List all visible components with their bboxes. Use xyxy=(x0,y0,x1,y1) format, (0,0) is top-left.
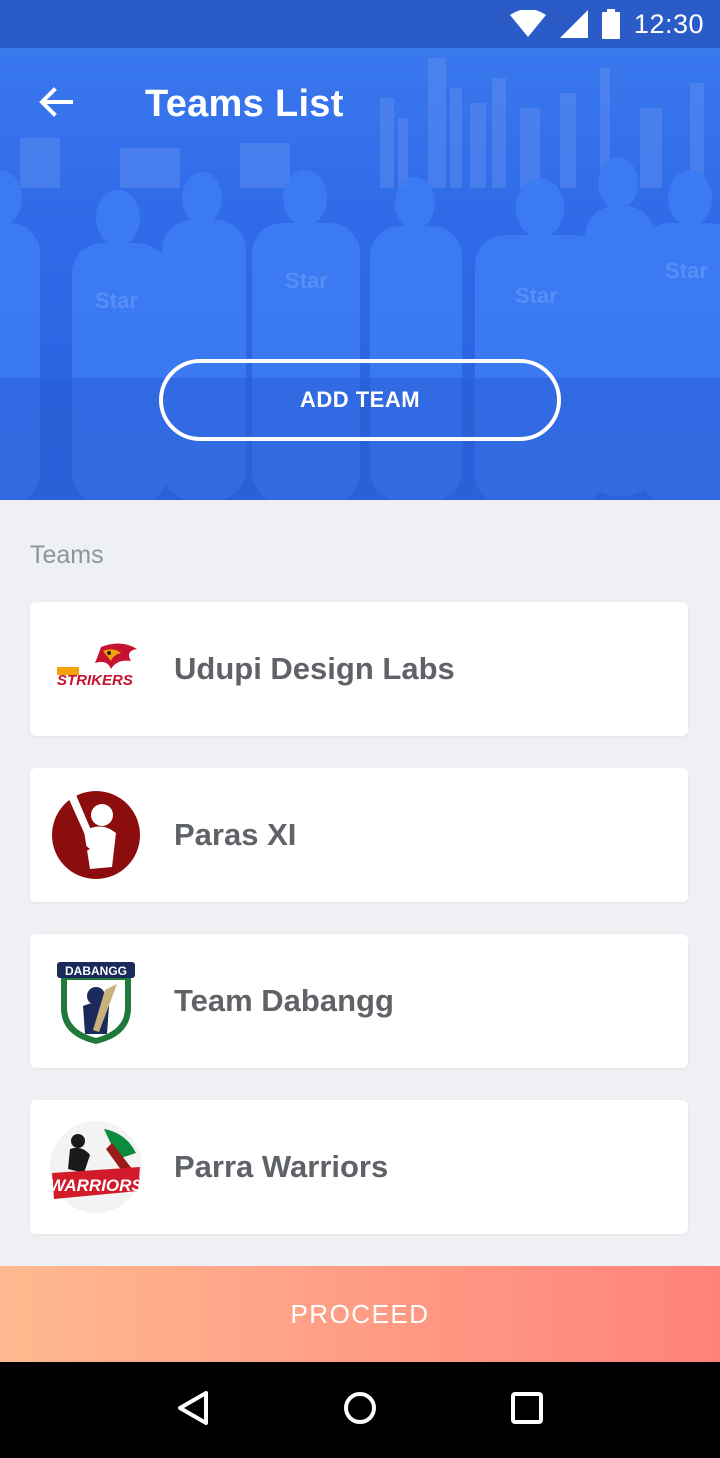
batsman-logo xyxy=(48,787,144,883)
team-name: Udupi Design Labs xyxy=(174,651,455,686)
proceed-button[interactable]: PROCEED xyxy=(0,1266,720,1362)
svg-text:Star: Star xyxy=(665,258,708,283)
wifi-icon xyxy=(509,10,546,38)
arrow-left-icon xyxy=(39,86,73,122)
back-triangle-icon xyxy=(176,1390,210,1431)
team-name: Team Dabangg xyxy=(174,983,394,1018)
udl-strikers-logo: STRIKERS xyxy=(48,621,144,717)
back-button[interactable] xyxy=(0,48,112,160)
team-name: Parra Warriors xyxy=(174,1149,389,1184)
app-toolbar: Teams List xyxy=(0,48,720,160)
section-label-teams: Teams xyxy=(30,541,104,569)
team-card-paras-xi[interactable]: Paras XI xyxy=(30,768,688,902)
status-time: 12:30 xyxy=(633,8,704,39)
status-bar: 12:30 xyxy=(0,0,720,48)
team-card-parra-warriors[interactable]: WARRIORS Parra Warriors xyxy=(30,1100,688,1234)
home-circle-icon xyxy=(342,1390,378,1431)
nav-home-button[interactable] xyxy=(312,1362,408,1458)
nav-recents-button[interactable] xyxy=(479,1362,575,1458)
team-card-team-dabangg[interactable]: DABANGG Team Dabangg xyxy=(30,934,688,1068)
logo-text: WARRIORS xyxy=(49,1176,143,1195)
team-dabangg-logo: DABANGG xyxy=(48,953,144,1049)
battery-icon xyxy=(601,9,620,39)
recents-square-icon xyxy=(510,1391,544,1430)
nav-back-button[interactable] xyxy=(145,1362,241,1458)
add-team-button[interactable]: ADD TEAM xyxy=(159,359,561,441)
team-card-udupi-design-labs[interactable]: STRIKERS Udupi Design Labs xyxy=(30,602,688,736)
svg-text:Star: Star xyxy=(515,283,558,308)
svg-text:Star: Star xyxy=(95,288,138,313)
system-nav-bar xyxy=(0,1362,720,1458)
parra-warriors-logo: WARRIORS xyxy=(48,1119,144,1215)
hero-banner: Star Star Star Star Teams List ADD TEAM xyxy=(0,48,720,500)
team-name: Paras XI xyxy=(174,817,297,852)
signal-icon xyxy=(559,10,588,38)
page-title: Teams List xyxy=(145,82,344,125)
svg-text:Star: Star xyxy=(285,268,328,293)
logo-text: DABANGG xyxy=(65,964,127,978)
